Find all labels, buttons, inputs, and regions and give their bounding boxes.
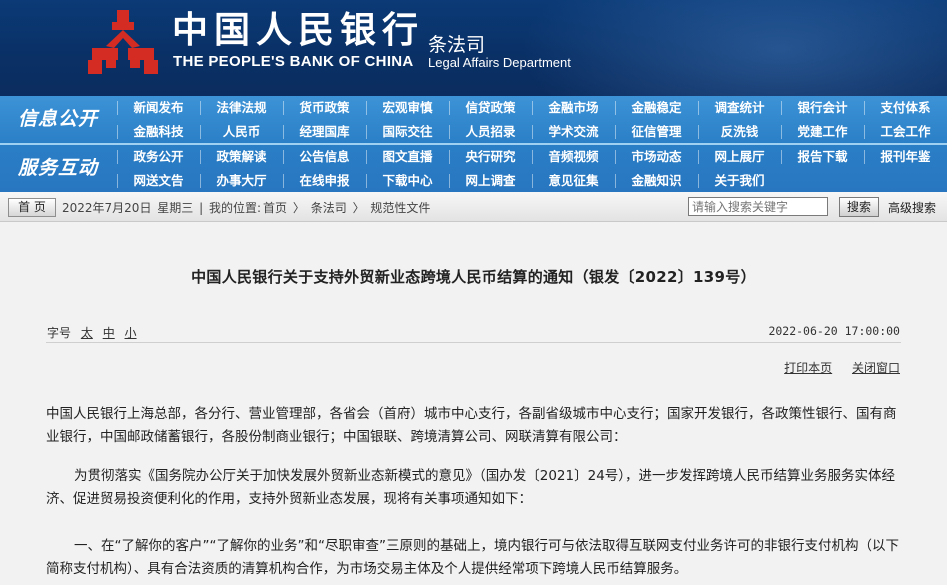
breadcrumb-bar: 首 页 2022年7月20日 星期三 | 我的位置: 首页 〉 条法司 〉 规范性… — [0, 192, 947, 222]
nav-item[interactable]: 金融市场 — [532, 96, 615, 120]
current-date: 2022年7月20日 — [62, 201, 152, 215]
nav-item[interactable]: 新闻发布 — [117, 96, 200, 120]
breadcrumb-home-link[interactable]: 首页 — [263, 201, 287, 215]
site-header: 中国人民银行 THE PEOPLE'S BANK OF CHINA 条法司 Le… — [0, 0, 947, 96]
nav-item[interactable]: 办事大厅 — [200, 169, 283, 193]
nav-item[interactable]: 政策解读 — [200, 145, 283, 169]
nav-item[interactable]: 支付体系 — [864, 96, 947, 120]
publish-datetime: 2022-06-20 17:00:00 — [768, 324, 900, 338]
dept-name-cn: 条法司 — [428, 34, 486, 56]
print-page-link[interactable]: 打印本页 — [784, 361, 832, 375]
nav-item[interactable]: 人民币 — [200, 120, 283, 144]
pboc-logo-icon[interactable] — [88, 8, 158, 76]
nav-item[interactable]: 关于我们 — [698, 169, 781, 193]
nav-group-service-interaction[interactable]: 服务互动 — [0, 145, 116, 191]
nav-item[interactable]: 网上调查 — [449, 169, 532, 193]
bank-name-en[interactable]: THE PEOPLE'S BANK OF CHINA — [173, 53, 414, 70]
nav-item[interactable]: 下载中心 — [366, 169, 449, 193]
nav-item[interactable]: 报刊年鉴 — [864, 145, 947, 169]
nav-item[interactable]: 音频视频 — [532, 145, 615, 169]
nav-item[interactable]: 调查统计 — [698, 96, 781, 120]
nav-item[interactable]: 法律法规 — [200, 96, 283, 120]
article-tools: 打印本页 关闭窗口 — [0, 359, 900, 376]
nav-item[interactable]: 反洗钱 — [698, 120, 781, 144]
breadcrumb-separator: 〉 — [352, 201, 365, 215]
breadcrumb-category-link[interactable]: 规范性文件 — [370, 201, 430, 215]
nav-item[interactable]: 市场动态 — [615, 145, 698, 169]
header-glow — [520, 0, 947, 96]
nav-item[interactable]: 金融稳定 — [615, 96, 698, 120]
dept-name-en: Legal Affairs Department — [428, 55, 571, 70]
breadcrumb: 2022年7月20日 星期三 | 我的位置: 首页 〉 条法司 〉 规范性文件 — [62, 199, 432, 216]
nav-item[interactable]: 公告信息 — [283, 145, 366, 169]
nav-item[interactable]: 银行会计 — [781, 96, 864, 120]
advanced-search-link[interactable]: 高级搜索 — [888, 199, 936, 216]
article-paragraph: 一、在“了解你的客户”“了解你的业务”和“尽职审查”三原则的基础上，境内银行可与… — [46, 538, 899, 577]
search-input[interactable] — [688, 197, 828, 216]
main-nav: 信息公开 服务互动 新闻发布 法律法规 货币政策 宏观审慎 信贷政策 金融市场 金融稳定 调查… — [0, 96, 947, 192]
nav-item[interactable]: 党建工作 — [781, 120, 864, 144]
nav-item[interactable]: 在线申报 — [283, 169, 366, 193]
nav-item[interactable]: 宏观审慎 — [366, 96, 449, 120]
nav-item[interactable]: 国际交往 — [366, 120, 449, 144]
article-title: 中国人民银行关于支持外贸新业态跨境人民币结算的通知（银发〔2022〕139号） — [191, 268, 756, 286]
nav-item[interactable]: 金融科技 — [117, 120, 200, 144]
bank-name-cn[interactable]: 中国人民银行 — [172, 10, 424, 50]
nav-item[interactable]: 经理国库 — [283, 120, 366, 144]
home-button[interactable]: 首 页 — [8, 198, 56, 217]
nav-item[interactable]: 意见征集 — [532, 169, 615, 193]
nav-item[interactable]: 政务公开 — [117, 145, 200, 169]
nav-item[interactable]: 网送文告 — [117, 169, 200, 193]
article-paragraph: 为贯彻落实《国务院办公厅关于加快发展外贸新业态新模式的意见》（国办发〔2021〕… — [46, 468, 896, 507]
nav-item[interactable]: 金融知识 — [615, 169, 698, 193]
close-window-link[interactable]: 关闭窗口 — [852, 361, 900, 375]
nav-item[interactable]: 征信管理 — [615, 120, 698, 144]
breadcrumb-separator: 〉 — [292, 201, 305, 215]
nav-item[interactable]: 工会工作 — [864, 120, 947, 144]
nav-item[interactable]: 学术交流 — [532, 120, 615, 144]
breadcrumb-dept-link[interactable]: 条法司 — [311, 201, 347, 215]
nav-item[interactable]: 网上展厅 — [698, 145, 781, 169]
location-prefix: 我的位置: — [209, 201, 262, 215]
nav-item[interactable]: 报告下载 — [781, 145, 864, 169]
nav-item[interactable]: 信贷政策 — [449, 96, 532, 120]
breadcrumb-divider: | — [199, 201, 204, 215]
search-button[interactable]: 搜索 — [839, 197, 879, 217]
nav-group-info-disclosure[interactable]: 信息公开 — [0, 96, 116, 142]
nav-item[interactable]: 图文直播 — [366, 145, 449, 169]
meta-divider — [46, 342, 901, 343]
nav-item[interactable]: 央行研究 — [449, 145, 532, 169]
current-weekday: 星期三 — [157, 201, 194, 215]
nav-item[interactable]: 人员招录 — [449, 120, 532, 144]
article-paragraph: 中国人民银行上海总部，各分行、营业管理部，各省会（首府）城市中心支行，各副省级城… — [46, 406, 897, 445]
nav-item[interactable]: 货币政策 — [283, 96, 366, 120]
